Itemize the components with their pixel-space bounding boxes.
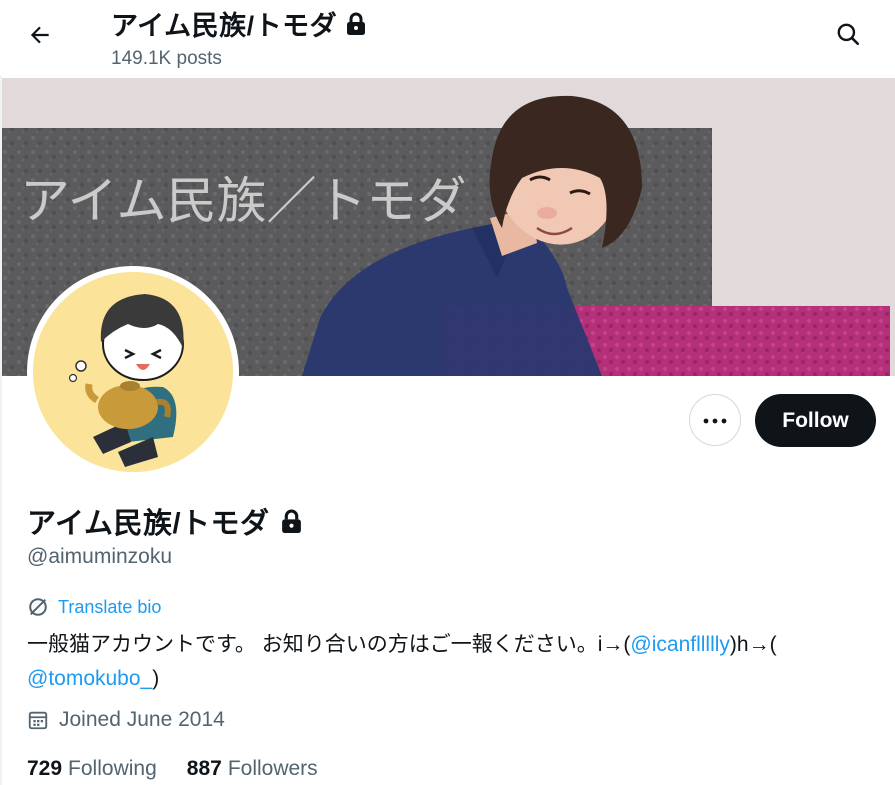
- following-link[interactable]: 729 Following: [27, 757, 157, 781]
- follow-button[interactable]: Follow: [755, 394, 876, 447]
- mention-link[interactable]: @tomokubo_: [27, 667, 152, 690]
- header-title-text: アイム民族/トモダ: [111, 11, 338, 41]
- header-title: アイム民族/トモダ: [111, 4, 367, 43]
- bio-text: )h→(: [729, 633, 777, 656]
- post-count: 149.1K posts: [111, 48, 222, 69]
- following-label: Following: [68, 757, 157, 780]
- followers-count: 887: [186, 757, 222, 780]
- banner-text: アイム民族／トモダ: [20, 172, 467, 230]
- follow-stats: 729 Following 887 Followers: [27, 757, 348, 781]
- translate-bio-label: Translate bio: [58, 596, 162, 617]
- followers-link[interactable]: 887 Followers: [187, 757, 318, 781]
- mention-link[interactable]: @icanfllllly: [630, 633, 730, 656]
- search-button[interactable]: [826, 16, 870, 56]
- avatar-image: [33, 272, 233, 472]
- profile-header: アイム民族/トモダ 149.1K posts: [0, 0, 895, 76]
- display-name-text: アイム民族/トモダ: [27, 508, 270, 540]
- calendar-icon: [27, 709, 49, 731]
- display-name: アイム民族/トモダ: [27, 500, 303, 542]
- avatar[interactable]: [27, 266, 239, 478]
- translate-icon: [27, 596, 49, 618]
- bio: 一般猫アカウントです。 お知り合いの方はご一報ください。i→(@icanflll…: [27, 628, 877, 696]
- translate-bio-button[interactable]: Translate bio: [27, 596, 161, 618]
- lock-icon: [345, 12, 367, 36]
- following-count: 729: [27, 757, 63, 780]
- back-button[interactable]: [18, 17, 62, 57]
- profile-page: アイム民族/トモダ 149.1K posts アイム民族／トモダ Follow …: [0, 0, 895, 785]
- bio-text: 一般猫アカウントです。 お知り合いの方はご一報ください。i→(: [27, 633, 631, 656]
- lock-icon: [280, 509, 303, 534]
- user-handle: @aimuminzoku: [27, 545, 173, 568]
- joined-date: Joined June 2014: [27, 708, 225, 732]
- more-dots-icon: [703, 411, 727, 429]
- search-icon: [835, 21, 861, 52]
- bio-text: ): [152, 667, 160, 690]
- followers-label: Followers: [227, 757, 318, 780]
- more-options-button[interactable]: [689, 394, 741, 446]
- joined-text: Joined June 2014: [59, 708, 225, 731]
- arrow-left-icon: [27, 22, 53, 53]
